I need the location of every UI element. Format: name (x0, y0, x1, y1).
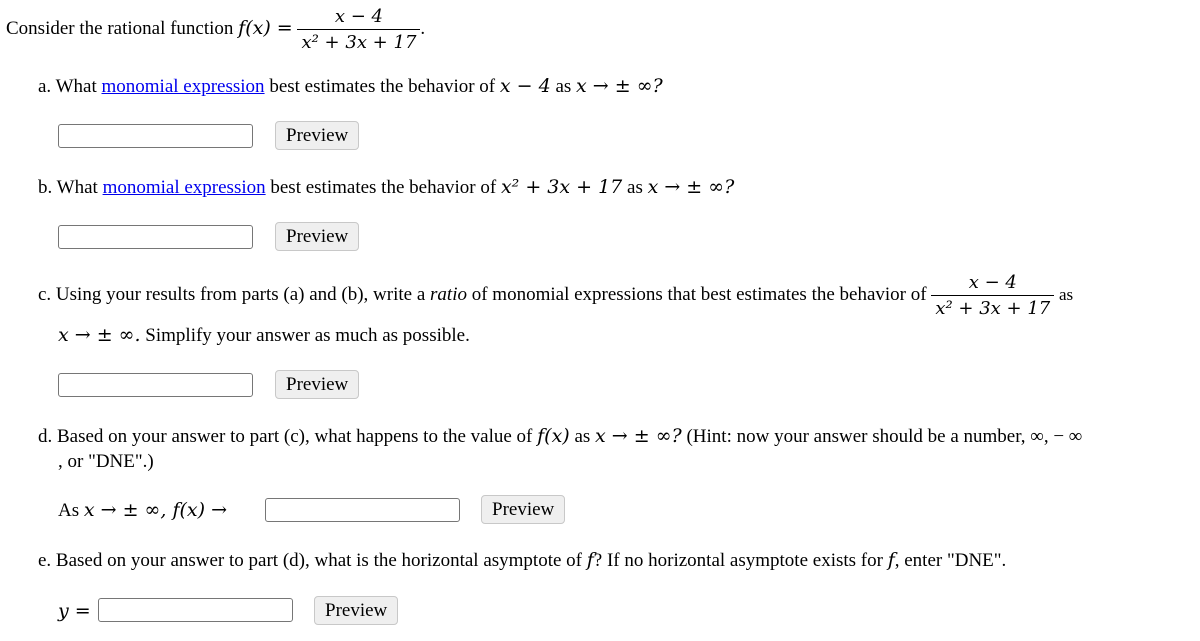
answer-c-input[interactable] (58, 373, 253, 397)
question-e: e. Based on your answer to part (d), wha… (38, 549, 1006, 572)
answer-a-input[interactable] (58, 124, 253, 148)
question-b-limit: x → ± ∞? (647, 176, 735, 198)
question-d: d. Based on your answer to part (c), wha… (38, 425, 1082, 448)
intro-text: Consider the rational function (6, 17, 239, 39)
question-c-text1: c. Using your results from parts (a) and… (38, 283, 431, 305)
question-c-fraction: x − 4 x² + 3x + 17 (931, 272, 1055, 319)
question-b-label: b. What (38, 177, 103, 198)
question-c-instruction: Simplify your answer as much as possible… (140, 325, 470, 346)
numerator: x − 4 (334, 6, 383, 27)
question-a-limit: x → ± ∞? (576, 75, 663, 97)
question-a: a. What monomial expression best estimat… (38, 75, 663, 98)
answer-d-prefix: As (58, 500, 84, 521)
preview-button-a[interactable]: Preview (275, 121, 360, 150)
answer-e-label: y = (58, 600, 91, 622)
function-label: f(x) = (238, 16, 293, 39)
preview-button-d[interactable]: Preview (481, 495, 566, 524)
question-c-limit: x → ± ∞. (58, 324, 141, 346)
answer-d-math: x → ± ∞, f(x) → (83, 499, 227, 521)
function-fraction: x − 4 x² + 3x + 17 (297, 6, 421, 53)
question-c-text2: of monomial expressions that best estima… (466, 283, 932, 305)
intro-statement: Consider the rational function f(x) = x … (6, 6, 425, 53)
monomial-expression-link-a[interactable]: monomial expression (102, 76, 265, 97)
question-a-label: a. What (38, 76, 102, 97)
question-a-as: as (550, 76, 577, 97)
question-b: b. What monomial expression best estimat… (38, 176, 734, 199)
question-d-line2: , or "DNE".) (58, 451, 154, 472)
preview-button-e[interactable]: Preview (314, 596, 399, 625)
answer-e-input[interactable] (98, 598, 293, 622)
question-e-text1: e. Based on your answer to part (d), wha… (38, 550, 587, 571)
question-d-hint: (Hint: now your answer should be a numbe… (681, 426, 1083, 447)
denominator: x² + 3x + 17 (931, 295, 1055, 319)
question-d-as: as (569, 426, 596, 447)
question-e-text2: ? If no horizontal asymptote exists for (593, 550, 888, 571)
preview-button-c[interactable]: Preview (275, 370, 360, 399)
question-c-line2: x → ± ∞. Simplify your answer as much as… (58, 324, 470, 347)
question-a-text: best estimates the behavior of (264, 76, 500, 97)
answer-d-input[interactable] (265, 498, 460, 522)
ratio-emphasis: ratio (430, 283, 467, 305)
answer-d-label: As x → ± ∞, f(x) → (58, 499, 227, 522)
question-e-f2: f (887, 549, 895, 571)
question-c-as: as (1059, 284, 1074, 304)
period: . (420, 17, 426, 39)
question-d-limit: x → ± ∞? (595, 425, 682, 447)
numerator: x − 4 (968, 272, 1017, 293)
preview-button-b[interactable]: Preview (275, 222, 360, 251)
monomial-expression-link-b[interactable]: monomial expression (103, 177, 266, 198)
answer-b-input[interactable] (58, 225, 253, 249)
question-b-expr: x² + 3x + 17 (500, 176, 623, 198)
question-b-as: as (622, 177, 648, 198)
question-a-expr: x − 4 (499, 75, 551, 97)
question-b-text: best estimates the behavior of (265, 177, 501, 198)
question-e-f1: f (586, 549, 594, 571)
question-e-text3: , enter "DNE". (894, 550, 1007, 571)
question-d-text1: d. Based on your answer to part (c), wha… (38, 426, 538, 447)
question-c: c. Using your results from parts (a) and… (38, 272, 1073, 319)
question-d-fx: f(x) (537, 425, 570, 447)
denominator: x² + 3x + 17 (297, 29, 421, 53)
